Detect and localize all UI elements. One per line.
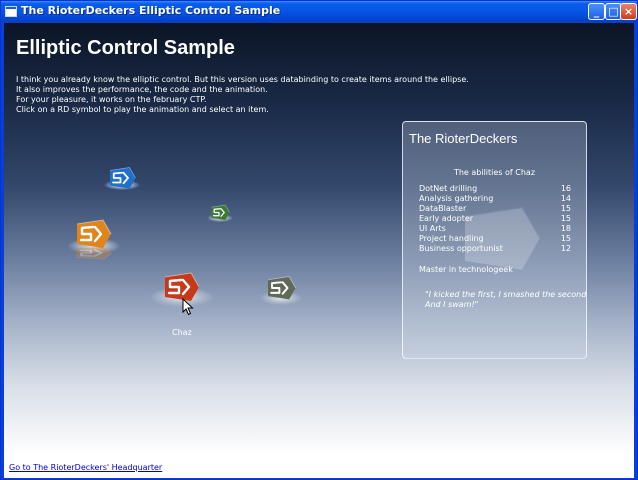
ability-value: 16 xyxy=(560,184,571,193)
ability-name: Analysis gathering xyxy=(419,194,494,203)
rd-symbol-orange[interactable] xyxy=(66,218,120,264)
ability-value: 14 xyxy=(560,194,571,203)
ability-name: Project handling xyxy=(419,234,484,243)
ability-row: Business opportunist 12 xyxy=(419,244,571,254)
ability-value: 15 xyxy=(560,214,571,223)
ability-name: Business opportunist xyxy=(419,244,503,253)
intro-line: I think you already know the elliptic co… xyxy=(16,75,469,84)
rd-logo-icon xyxy=(109,166,137,190)
window-icon xyxy=(5,6,17,17)
rd-symbol-green[interactable] xyxy=(206,204,236,224)
close-button[interactable]: × xyxy=(620,3,637,20)
rd-logo-reflection-icon xyxy=(74,246,114,260)
panel-quote: "I kicked the first, I smashed the secon… xyxy=(425,290,587,310)
ability-name: DotNet drilling xyxy=(419,184,478,193)
title-bar[interactable]: The RioterDeckers Elliptic Control Sampl… xyxy=(1,1,637,23)
rd-logo-icon xyxy=(163,271,201,303)
ability-row: DotNet drilling 16 xyxy=(419,184,571,194)
panel-title: The RioterDeckers xyxy=(409,131,518,146)
panel-master-title: Master in technologeek xyxy=(419,265,513,274)
quote-line: And I swam!" xyxy=(425,300,479,309)
rd-symbol-blue[interactable] xyxy=(102,166,142,194)
minimize-button[interactable]: _ xyxy=(588,3,605,20)
app-window: The RioterDeckers Elliptic Control Sampl… xyxy=(0,0,638,480)
ability-row: UI Arts 18 xyxy=(419,224,571,234)
ability-value: 18 xyxy=(560,224,571,233)
intro-line: It also improves the performance, the co… xyxy=(16,85,268,94)
ability-row: DataBlaster 15 xyxy=(419,204,571,214)
headquarter-link[interactable]: Go to The RioterDeckers' Headquarter xyxy=(9,463,162,472)
selected-item-label: Chaz xyxy=(172,328,192,337)
panel-subtitle: The abilities of Chaz xyxy=(453,168,536,177)
quote-line: "I kicked the first, I smashed the secon… xyxy=(425,290,587,299)
details-panel: The RioterDeckers The abilities of Chaz … xyxy=(402,121,587,359)
rd-logo-icon xyxy=(210,204,231,221)
page-title: Elliptic Control Sample xyxy=(16,37,235,59)
ability-value: 15 xyxy=(560,234,571,243)
window-title: The RioterDeckers Elliptic Control Sampl… xyxy=(21,4,281,17)
intro-line: Click on a RD symbol to play the animati… xyxy=(16,105,269,114)
ability-name: Early adopter xyxy=(419,214,474,223)
mouse-cursor-icon xyxy=(182,298,194,316)
client-area: Elliptic Control Sample I think you alre… xyxy=(4,23,634,478)
ability-row: Early adopter 15 xyxy=(419,214,571,224)
intro-text: I think you already know the elliptic co… xyxy=(16,75,469,115)
rd-symbol-gray[interactable] xyxy=(258,275,304,309)
ability-row: Analysis gathering 14 xyxy=(419,194,571,204)
ability-name: UI Arts xyxy=(419,224,446,233)
ability-value: 15 xyxy=(560,204,571,213)
rd-logo-icon xyxy=(267,275,297,301)
ability-name: DataBlaster xyxy=(419,204,467,213)
ability-value: 12 xyxy=(560,244,571,253)
intro-line: For your pleasure, it works on the febru… xyxy=(16,95,207,104)
ability-row: Project handling 15 xyxy=(419,234,571,244)
ability-list: DotNet drilling 16 Analysis gathering 14… xyxy=(419,184,571,254)
